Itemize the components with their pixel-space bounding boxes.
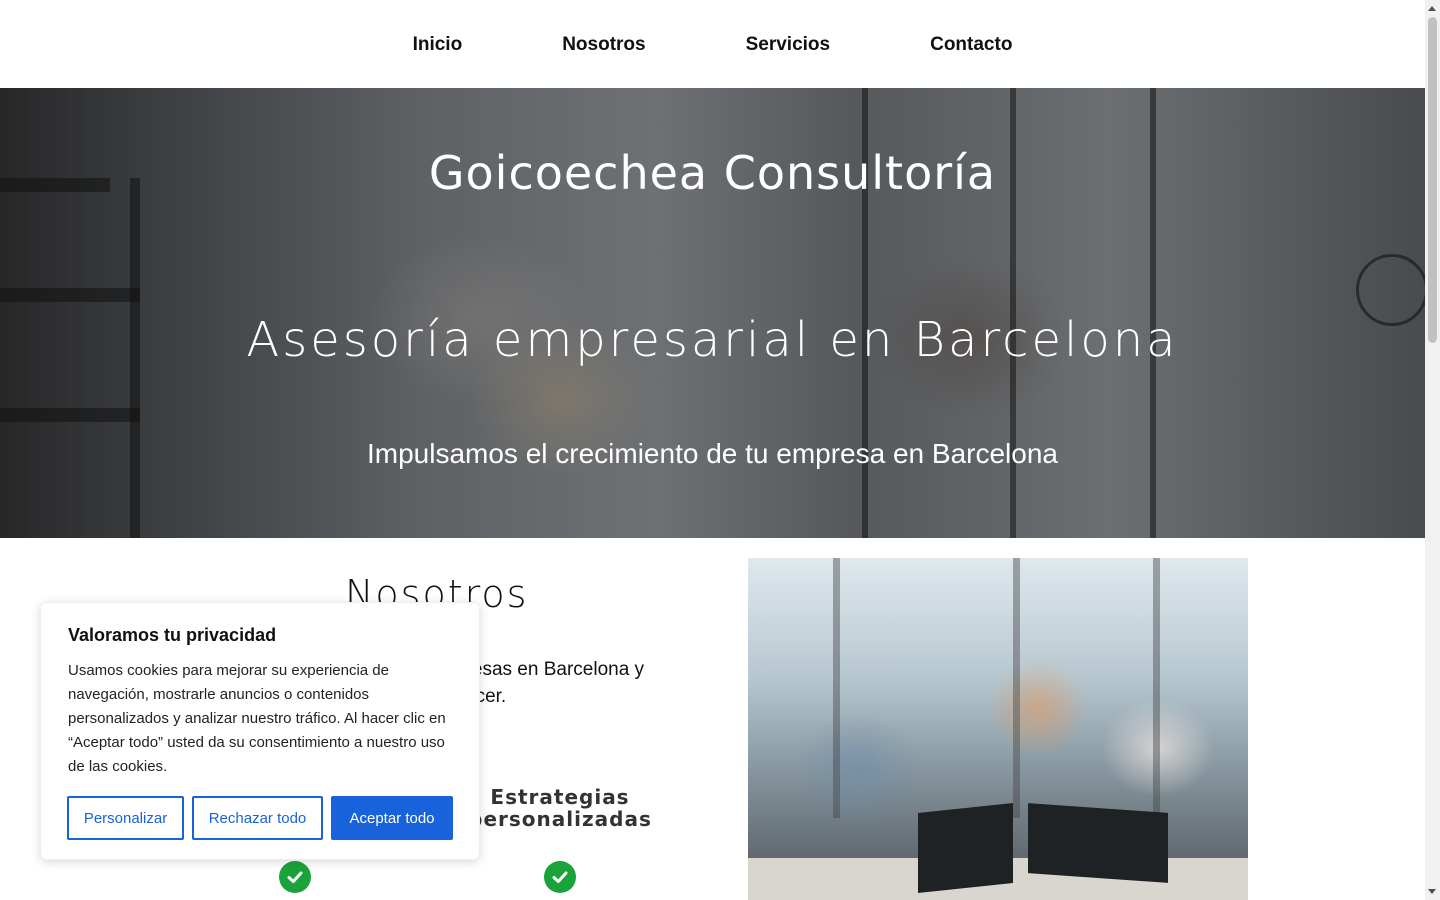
- check-circle-icon: [544, 861, 576, 893]
- cookie-banner-title: Valoramos tu privacidad: [68, 625, 277, 645]
- team-high-five-image: [748, 558, 1248, 900]
- feature-title-line: Estrategias: [490, 785, 630, 809]
- accept-all-button[interactable]: Aceptar todo: [331, 796, 453, 840]
- cookie-banner-text: Usamos cookies para mejorar su experienc…: [68, 662, 446, 775]
- page-scrollbar[interactable]: [1425, 0, 1440, 900]
- scroll-down-icon[interactable]: [1428, 889, 1436, 894]
- hero-tagline: Impulsamos el crecimiento de tu empresa …: [366, 438, 1058, 469]
- laptop: [918, 803, 1013, 893]
- cookie-consent-banner: Valoramos tu privacidad Usamos cookies p…: [40, 602, 480, 860]
- scrollbar-thumb[interactable]: [1428, 17, 1437, 343]
- feature-title-line: personalizadas: [468, 807, 652, 831]
- laptop: [1028, 803, 1168, 883]
- nav-item-contacto[interactable]: Contacto: [930, 35, 1012, 54]
- nav-item-servicios[interactable]: Servicios: [746, 35, 831, 54]
- window-frame: [833, 558, 840, 818]
- feature-title: Estrategias personalizadas: [460, 786, 660, 830]
- check-circle-icon: [279, 861, 311, 893]
- hero-section: Goicoechea Consultoría Asesoría empresar…: [0, 88, 1425, 538]
- nav-item-nosotros[interactable]: Nosotros: [562, 35, 645, 54]
- hero-subtitle: Asesoría empresarial en Barcelona: [246, 312, 1179, 368]
- window-frame: [1153, 558, 1160, 818]
- reject-all-button[interactable]: Rechazar todo: [192, 796, 323, 840]
- scroll-up-icon[interactable]: [1428, 6, 1436, 11]
- hero-title: Goicoechea Consultoría: [428, 146, 997, 200]
- main-nav: Inicio Nosotros Servicios Contacto: [0, 0, 1425, 88]
- nav-item-inicio[interactable]: Inicio: [413, 35, 463, 54]
- window-frame: [1013, 558, 1020, 818]
- customize-button[interactable]: Personalizar: [67, 796, 184, 840]
